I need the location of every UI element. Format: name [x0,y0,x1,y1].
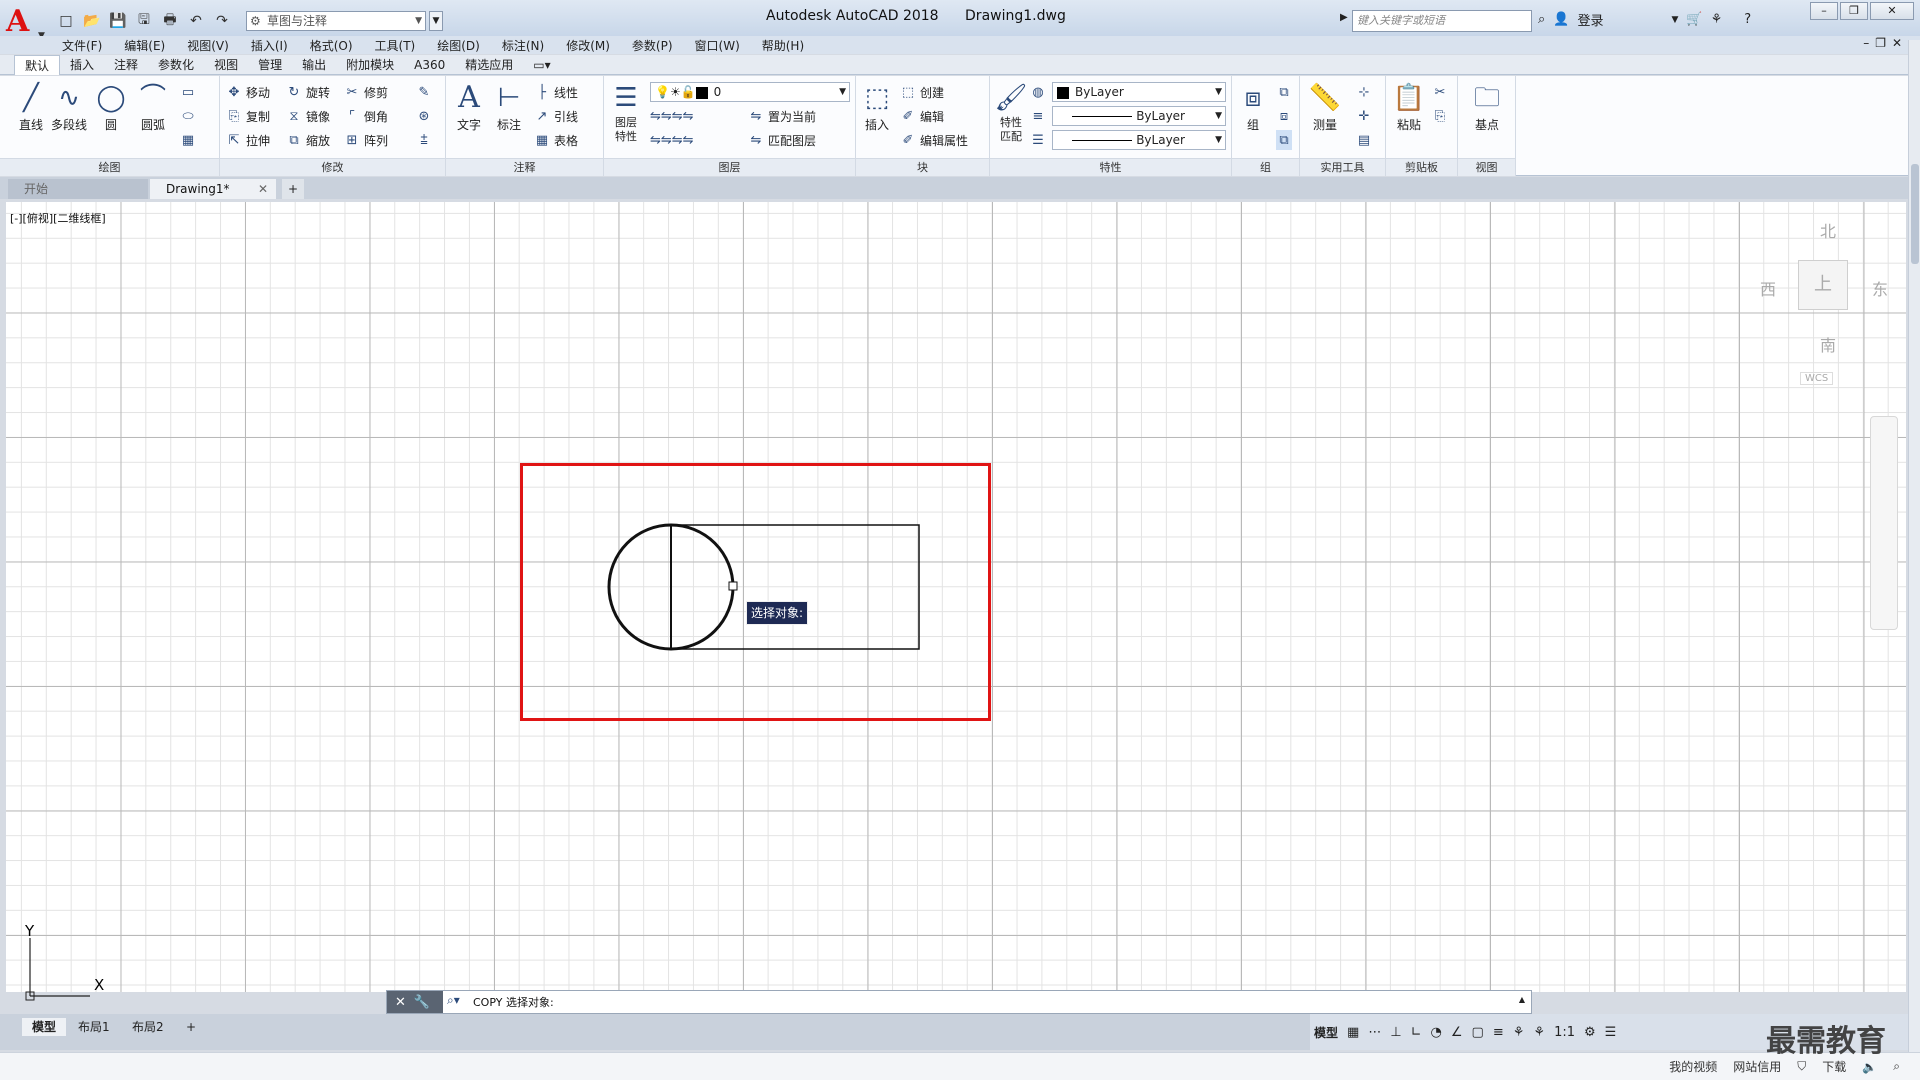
annotation-scale[interactable]: 1:1 [1554,1025,1575,1040]
ortho-icon[interactable]: ∟ [1411,1025,1422,1040]
scrollbar-thumb[interactable] [1911,164,1919,264]
selection-highlight [520,463,991,721]
net-credit-link[interactable]: 网站信用 [1733,1058,1781,1075]
command-text: COPY 选择对象: [473,996,554,1009]
lineweight-toggle-icon[interactable]: ≡ [1493,1025,1504,1040]
search-icon[interactable]: ⌕ [1893,1059,1900,1074]
download-link[interactable]: 下载 [1822,1058,1846,1075]
speaker-icon[interactable]: 🔈 [1862,1060,1877,1074]
close-icon[interactable]: ✕ [395,995,406,1010]
command-line-handle[interactable]: ✕ 🔧 [387,991,443,1013]
infer-constraints-icon[interactable]: ⊥ [1390,1025,1401,1040]
watermark: 最需教育 [1766,1024,1886,1059]
annotation-scale-icon[interactable]: ⚘ [1533,1025,1545,1040]
model-space-button[interactable]: 模型 [1314,1024,1338,1041]
grid-icon[interactable]: ▦ [1347,1025,1359,1040]
viewcube-top-face[interactable]: 上 [1798,260,1848,310]
customize-icon[interactable]: ☰ [1605,1025,1617,1040]
vertical-scrollbar[interactable] [1908,40,1920,1052]
tab-layout1[interactable]: 布局1 [68,1018,120,1036]
ucs-y-label: Y [24,924,35,940]
viewcube-south[interactable]: 南 [1820,332,1836,356]
wcs-menu[interactable]: WCS [1800,372,1834,385]
layout-tabs: 模型 布局1 布局2 + [0,1014,1310,1050]
chevron-up-icon[interactable]: ▲ [1519,995,1525,1004]
navigation-bar[interactable] [1870,416,1898,630]
shield-icon[interactable]: ⛉ [1797,1059,1806,1074]
snap-icon[interactable]: ⋯ [1368,1025,1381,1040]
tab-model[interactable]: 模型 [22,1018,67,1036]
gear-icon[interactable]: ⚙ [1584,1025,1596,1040]
ucs-x-label: X [94,976,104,994]
command-prompt-icon[interactable]: ⌕▾ [447,993,460,1008]
ucs-icon: Y X [24,924,104,1001]
object-snap-icon[interactable]: ▢ [1472,1025,1484,1040]
add-layout-button[interactable]: + [176,1018,206,1036]
viewcube-north[interactable]: 北 [1820,218,1836,242]
viewcube-east[interactable]: 东 [1872,276,1888,300]
cursor-tooltip: 选择对象: [746,601,809,625]
bottom-strip: 我的视频 网站信用 ⛉ 下载 🔈 ⌕ [0,1052,1920,1080]
command-line[interactable]: ✕ 🔧 ⌕▾ COPY 选择对象: ▲ [386,990,1532,1014]
my-video-link[interactable]: 我的视频 [1669,1058,1717,1075]
annotation-visibility-icon[interactable]: ⚘ [1513,1025,1525,1040]
osnap-tracking-icon[interactable]: ∠ [1451,1025,1463,1040]
viewcube-west[interactable]: 西 [1760,276,1776,300]
wrench-icon[interactable]: 🔧 [414,995,430,1010]
tab-layout2[interactable]: 布局2 [122,1018,174,1036]
viewcube[interactable]: 北 西 上 东 南 WCS [1760,218,1890,388]
polar-icon[interactable]: ◔ [1431,1025,1442,1040]
